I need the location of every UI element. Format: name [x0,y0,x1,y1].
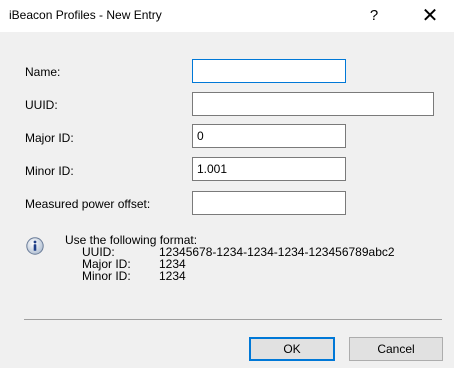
ok-button[interactable]: OK [249,337,335,361]
format-minor-label: Minor ID: [82,269,131,283]
format-minor-value: 1234 [159,269,186,283]
minor-id-label: Minor ID: [25,164,74,178]
name-label: Name: [25,65,61,79]
title-bar: iBeacon Profiles - New Entry ? ✕ [0,0,454,32]
window-title: iBeacon Profiles - New Entry [9,8,162,22]
name-field[interactable] [192,59,346,83]
major-id-label: Major ID: [25,131,74,145]
cancel-button[interactable]: Cancel [349,337,443,361]
help-button[interactable]: ? [363,4,385,28]
divider [24,319,442,320]
uuid-field[interactable] [192,92,434,116]
info-icon [26,237,44,255]
uuid-label: UUID: [25,98,58,112]
format-uuid-value: 12345678-1234-1234-1234-123456789abc2 [159,245,395,259]
minor-id-field[interactable] [192,157,346,181]
major-id-field[interactable] [192,124,346,148]
close-button[interactable]: ✕ [418,4,442,28]
power-offset-field[interactable] [192,191,346,215]
power-offset-label: Measured power offset: [25,197,151,211]
